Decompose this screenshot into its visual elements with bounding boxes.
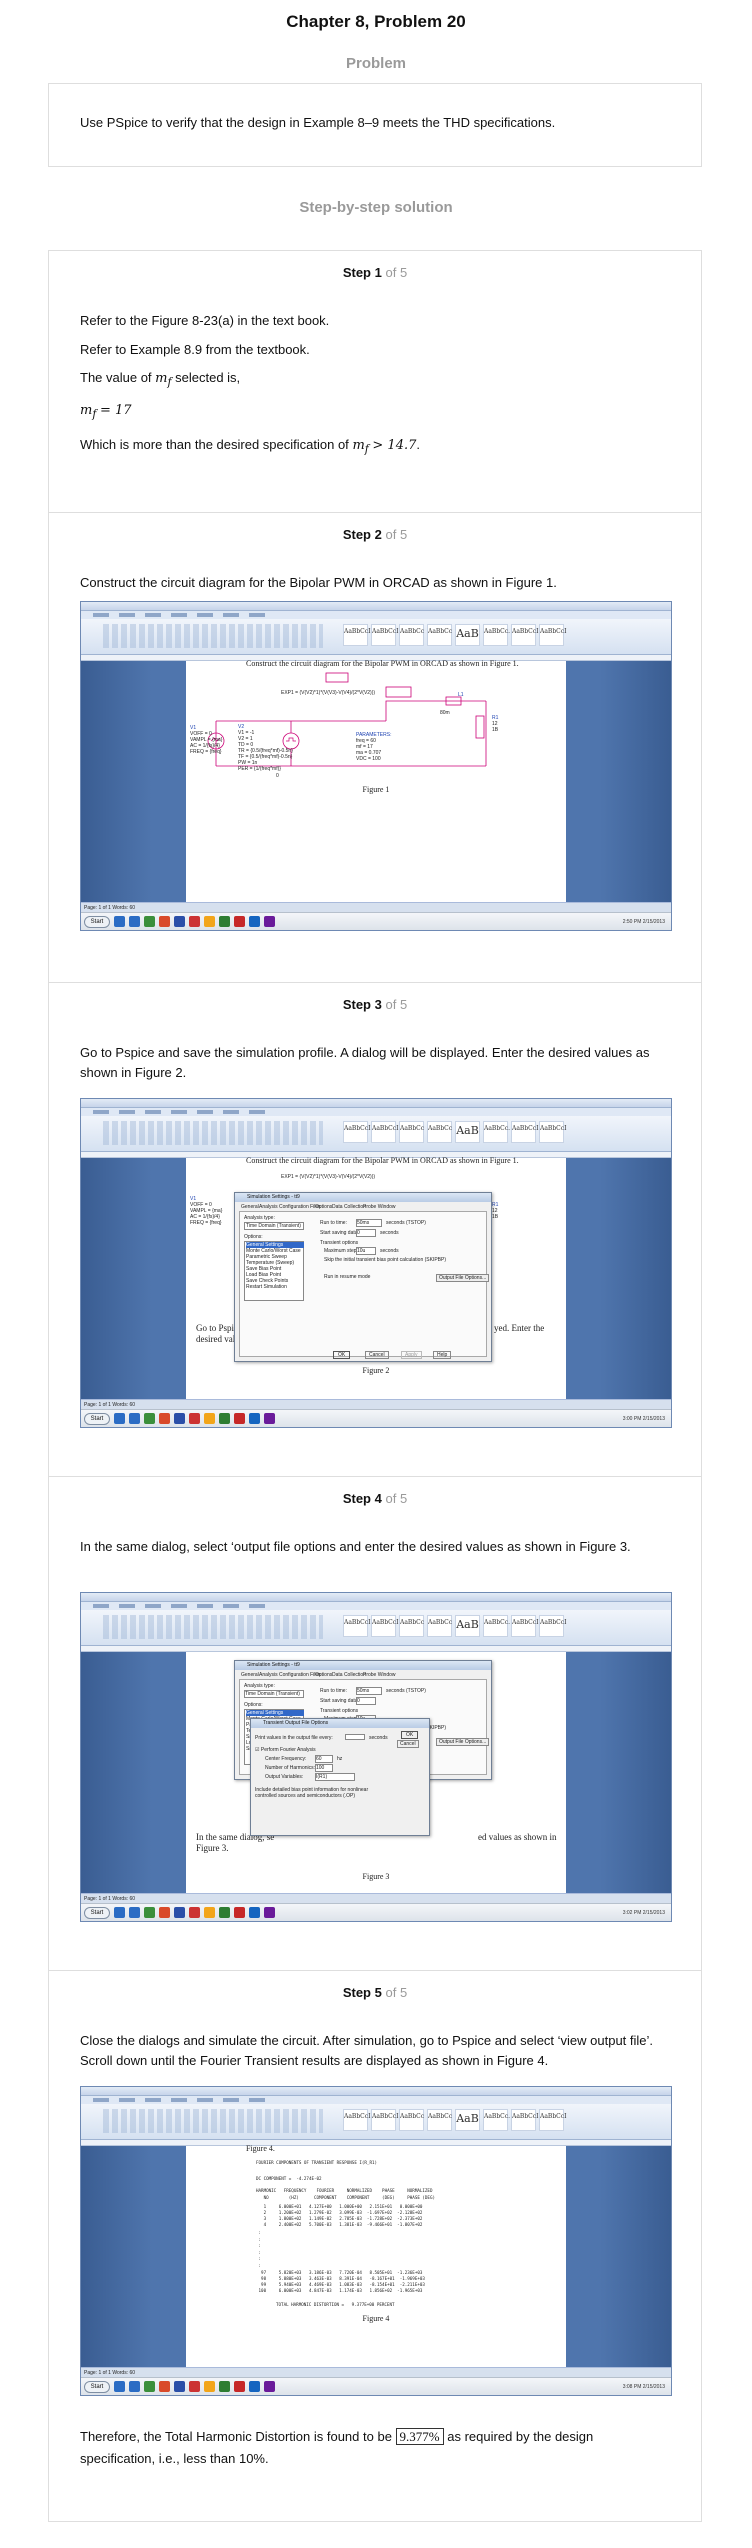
figure-4-caption: Figure 4 [362,2314,390,2323]
start-button[interactable]: Start [84,1906,110,1919]
document-page: Construct the circuit diagram for the Bi… [186,659,566,902]
apply-button[interactable]: Apply [401,1351,422,1359]
dc-component: DC COMPONENT = -4.274E-02 [256,2176,322,2181]
fourier-analysis-checkbox[interactable]: ☑ Perform Fourier Analysis [255,1747,316,1753]
fourier-table-header: HARMONIC FREQUENCY FOURIER NORMALIZED PH… [256,2188,435,2200]
schematic-figure-1 [207,672,487,767]
fourier-title: FOURIER COMPONENTS OF TRANSIENT RESPONSE… [256,2160,378,2165]
step-4-card: Step 4 of 5 In the same dialog, select ‘… [48,1476,702,1970]
step-2-title: Step 2 of 5 [342,527,408,542]
run-to-time-input[interactable]: 50ms [356,1219,382,1227]
chapter-title: Chapter 8, Problem 20 [286,12,466,31]
step-5-conclusion: Therefore, the Total Harmonic Distortion… [80,2428,594,2466]
max-step-input[interactable]: 10u [356,1247,376,1255]
word-screenshot-figure-2: AaBbCcI AaBbCcI AaBbCc AaBbCc AaB AaBbCc. AaBb… [80,1098,672,1428]
help-button[interactable]: Help [433,1351,452,1359]
word-screenshot-figure-3: AaBbCcI AaBbCcI AaBbCc AaBbCc AaB AaBbCc. AaBb… [80,1592,672,1922]
skip-bias-checkbox[interactable]: Skip the initial transient bias point ca… [324,1257,446,1263]
step-5-card: Step 5 of 5 Close the dialogs and simula… [48,1970,702,2522]
load-resistor-label: R1 12 1B [492,715,499,733]
start-button[interactable]: Start [84,915,110,928]
figure-1-caption: Figure 1 [362,785,390,794]
resume-mode-checkbox[interactable]: Run in resume mode [324,1274,370,1280]
ok-button[interactable]: OK [401,1731,419,1739]
output-file-options-button[interactable]: Output File Options... [436,1274,490,1282]
figure-2-caption: Figure 2 [362,1366,390,1375]
step-1-equation: mf = 17 [80,403,132,421]
step-1-conclusion: Which is more than the desired specifica… [80,437,421,456]
step-3-title: Step 3 of 5 [342,997,408,1012]
harmonics-input[interactable]: 100 [315,1764,333,1772]
problem-card: Use PSpice to verify that the design in … [48,83,702,167]
step-1-line-2: Refer to Example 8.9 from the textbook. [80,342,310,357]
step-2-card: Step 2 of 5 Construct the circuit diagra… [48,512,702,982]
step-3-card: Step 3 of 5 Go to Pspice and save the si… [48,982,702,1476]
source-v2-label: V2 V1 = -1 V2 = 1 TD = 0 TR = {0.5/(freq… [238,724,293,772]
simulation-settings-dialog: Simulation Settings - tt9 General Analys… [234,1192,492,1362]
step-5-title: Step 5 of 5 [342,1985,408,2000]
start-button[interactable]: Start [84,1412,110,1425]
ok-button[interactable]: OK [333,1351,351,1359]
word-screenshot-figure-4: AaBbCcI AaBbCcI AaBbCc AaBbCc AaB AaBbCc. AaBb… [80,2086,672,2396]
detailed-bias-checkbox[interactable]: Include detailed bias point information … [255,1787,375,1799]
expression-label: EXP1 = (V(V2)*1)*(V(V3)-V(V4)/(2*V(V2))) [281,690,376,696]
step-2-text: Construct the circuit diagram for the Bi… [80,575,557,590]
step-1-line-1: Refer to the Figure 8-23(a) in the text … [80,313,330,328]
analysis-type-select[interactable]: Time Domain (Transient) [244,1222,304,1230]
problem-heading: Problem [345,55,406,72]
solution-heading: Step-by-step solution [299,199,453,216]
transient-output-options-dialog: Transient Output File Options Print valu… [250,1718,430,1836]
step-4-title: Step 4 of 5 [342,1491,408,1506]
step-5-text: Close the dialogs and simulate the circu… [80,2033,654,2068]
taskbar: Start 2:50 PM 2/15/2013 [81,912,671,930]
start-saving-input[interactable]: 0 [356,1229,376,1237]
thd-result: 9.377% [395,2428,444,2445]
step-3-text: Go to Pspice and save the simulation pro… [80,1045,650,1080]
start-button[interactable]: Start [84,2380,110,2393]
cancel-button[interactable]: Cancel [397,1740,419,1748]
word-screenshot-figure-1: AaBbCcI AaBbCcI AaBbCc AaBbCc AaB AaBbCc. AaBb… [80,601,672,931]
output-variables-input[interactable]: I(R1) [315,1773,355,1781]
cancel-button[interactable]: Cancel [365,1351,389,1359]
solution-page: Chapter 8, Problem 20 Problem Use PSpice… [0,0,752,2548]
step-1-card: Step 1 of 5 Refer to the Figure 8-23(a) … [48,250,702,512]
figure-3-caption: Figure 3 [362,1872,390,1881]
step-1-value-statement: The value of mf selected is, [80,370,241,389]
step-1-title: Step 1 of 5 [342,265,408,280]
parameters-block: PARAMETERS: freq = 60 mf = 17 ma = 0.707… [356,732,392,762]
source-v1-label: V1 VOFF = 0 VAMPL = {ma} AC = 1/{fs}/4} … [190,725,223,755]
problem-text: Use PSpice to verify that the design in … [80,115,556,130]
options-list[interactable]: General Settings Monte Carlo/Worst Case … [244,1241,304,1301]
thd-line: TOTAL HARMONIC DISTORTION = 9.377E+00 PE… [276,2302,395,2307]
step-4-text: In the same dialog, select ‘output file … [80,1539,631,1554]
fourier-output-page: Figure 4. FOURIER COMPONENTS OF TRANSIEN… [186,2144,566,2367]
center-frequency-input[interactable]: 60 [315,1755,333,1763]
